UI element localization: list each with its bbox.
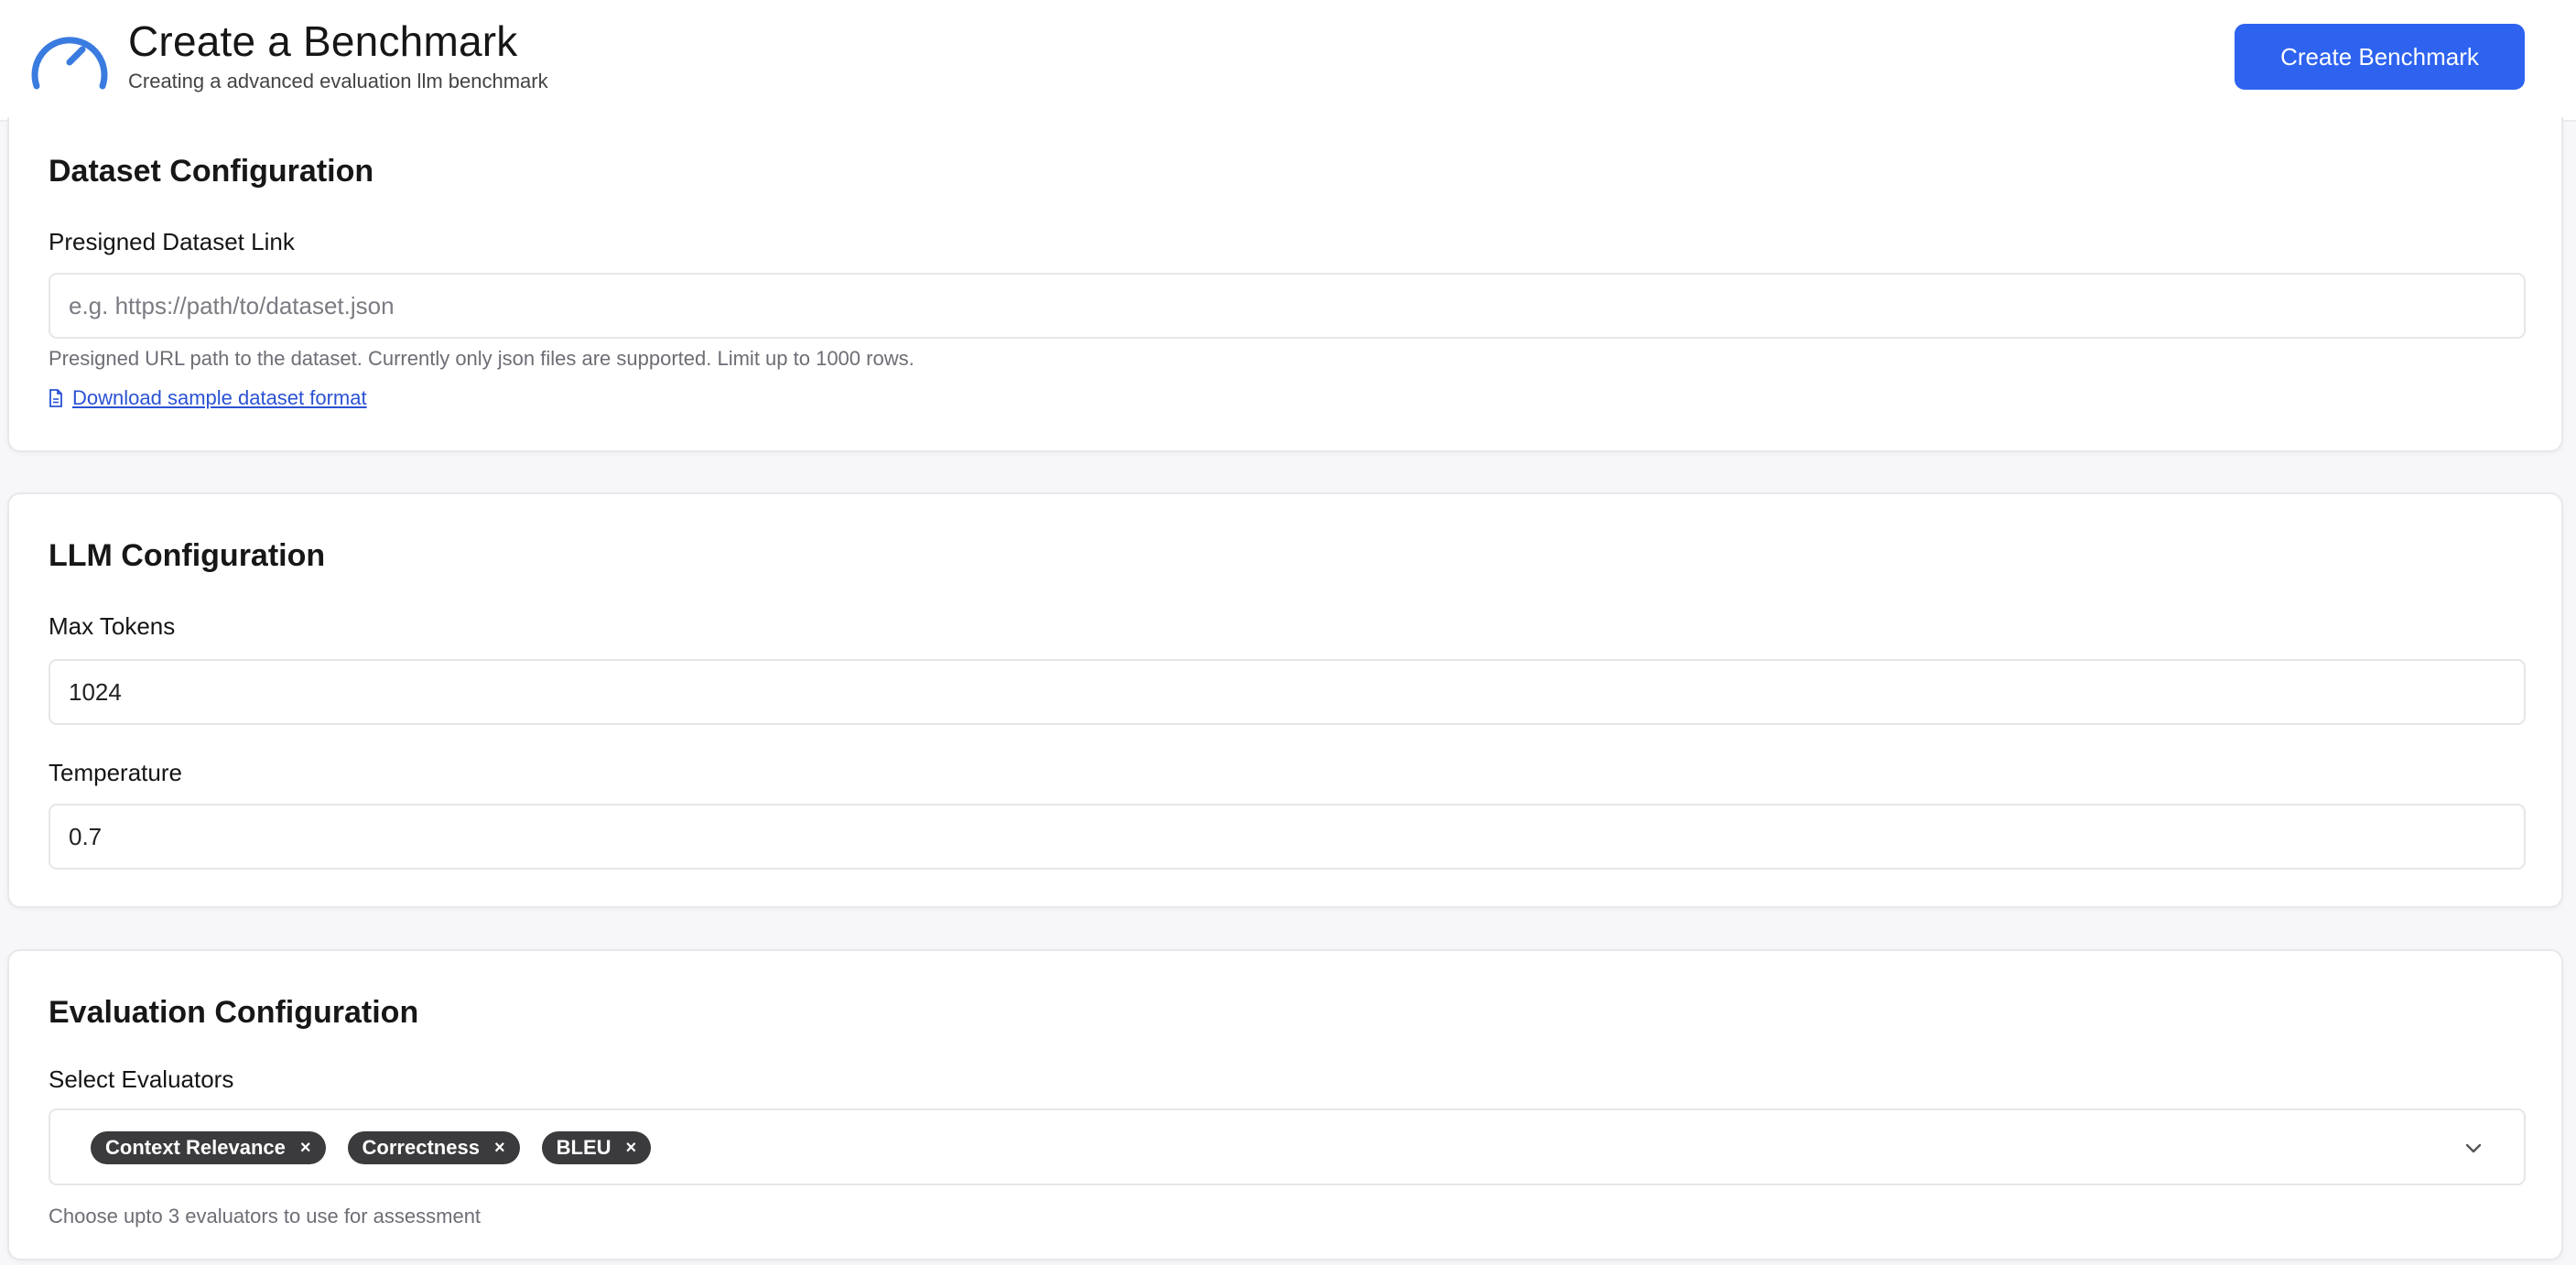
select-evaluators-label: Select Evaluators — [49, 1065, 234, 1093]
evaluator-chip-label: Context Relevance — [105, 1136, 286, 1159]
llm-configuration-card: LLM Configuration Max Tokens Temperature — [7, 492, 2563, 908]
temperature-input[interactable] — [49, 804, 2526, 870]
page-subtitle: Creating a advanced evaluation llm bench… — [128, 70, 548, 92]
evaluator-chip: Context Relevance × — [91, 1131, 326, 1164]
remove-chip-icon[interactable]: × — [626, 1138, 637, 1159]
evaluator-chip: BLEU × — [541, 1131, 652, 1164]
file-icon — [49, 389, 62, 407]
section-title-dataset: Dataset Configuration — [49, 154, 374, 189]
evaluator-chip-label: BLEU — [556, 1136, 612, 1159]
selected-evaluators: Context Relevance × Correctness × BLEU × — [91, 1131, 652, 1164]
dataset-link-help: Presigned URL path to the dataset. Curre… — [49, 347, 915, 370]
evaluator-chip-label: Correctness — [362, 1136, 480, 1159]
dataset-link-input[interactable] — [49, 273, 2526, 339]
max-tokens-label: Max Tokens — [49, 612, 176, 640]
temperature-label: Temperature — [49, 759, 182, 786]
evaluation-configuration-card: Evaluation Configuration Select Evaluato… — [7, 949, 2563, 1260]
create-benchmark-button[interactable]: Create Benchmark — [2235, 24, 2525, 90]
evaluators-help: Choose upto 3 evaluators to use for asse… — [49, 1205, 482, 1227]
download-sample-row[interactable]: Download sample dataset format — [49, 386, 367, 410]
gauge-icon — [31, 37, 108, 90]
chevron-down-icon[interactable] — [2460, 1135, 2487, 1162]
dataset-link-label: Presigned Dataset Link — [49, 228, 295, 255]
section-title-llm: LLM Configuration — [49, 538, 326, 573]
evaluator-chip: Correctness × — [347, 1131, 520, 1164]
dataset-configuration-card: Dataset Configuration Presigned Dataset … — [7, 117, 2563, 452]
evaluators-multiselect[interactable]: Context Relevance × Correctness × BLEU × — [49, 1108, 2526, 1185]
download-sample-link[interactable]: Download sample dataset format — [72, 386, 367, 410]
remove-chip-icon[interactable]: × — [300, 1138, 311, 1159]
page-title: Create a Benchmark — [128, 17, 518, 65]
remove-chip-icon[interactable]: × — [494, 1138, 505, 1159]
page-header: Create a Benchmark Creating a advanced e… — [0, 0, 2576, 122]
section-title-evaluation: Evaluation Configuration — [49, 995, 419, 1030]
max-tokens-input[interactable] — [49, 659, 2526, 725]
